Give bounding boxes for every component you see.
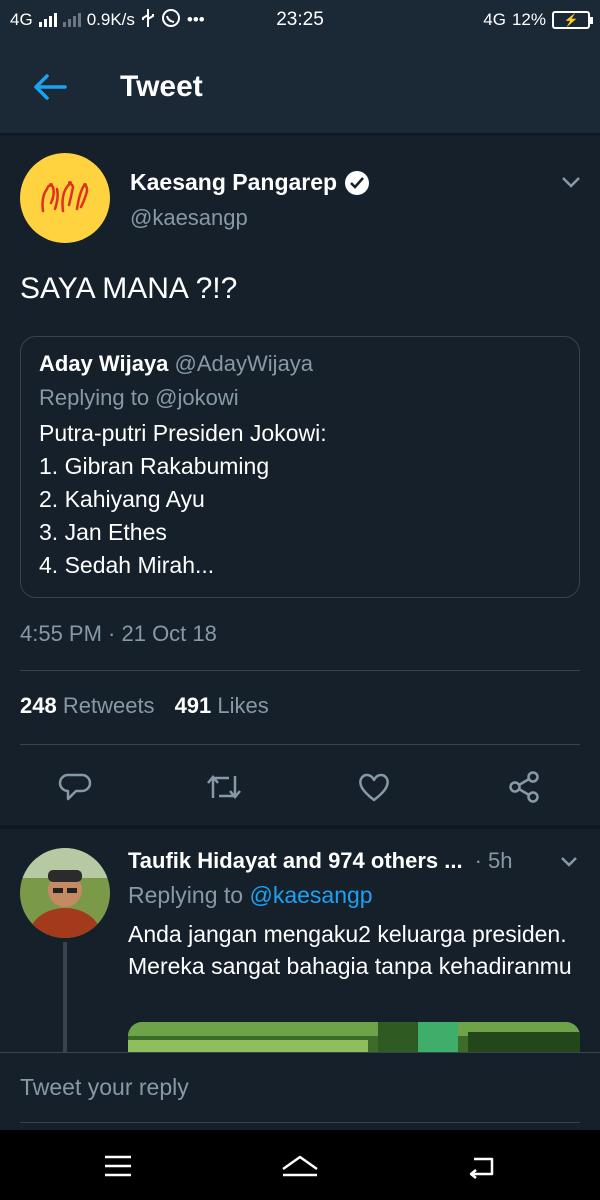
reply-avatar[interactable] [20,848,110,938]
tweet-actions [0,757,600,817]
reply-author-name[interactable]: Taufik Hidayat and 974 others ... [128,848,463,874]
reply-text: Anda jangan mengaku2 keluarga presiden. … [128,921,572,979]
quote-text: Putra-putri Presiden Jokowi: 1. Gibran R… [39,417,561,582]
network-speed: 0.9K/s [86,10,135,29]
top-app-bar: Tweet [0,40,600,135]
retweet-button[interactable] [202,765,246,809]
tweet-menu-button[interactable] [556,167,586,197]
home-button[interactable] [278,1144,322,1188]
quote-replying-to: Replying to @jokowi [39,385,239,410]
quote-line: 4. Sedah Mirah... [39,552,215,578]
tweet-stats: 248 Retweets 491 Likes [20,693,269,719]
like-button[interactable] [352,765,396,809]
reply-media-image[interactable] [128,1022,580,1052]
section-separator [0,825,600,829]
share-icon [509,771,539,803]
system-nav-bar [0,1130,600,1200]
retweets-label: Retweets [62,693,155,718]
reply-button[interactable] [53,765,97,809]
usb-icon [141,8,155,32]
quote-line: 3. Jan Ethes [39,519,167,545]
author-avatar[interactable] [20,153,110,243]
divider [20,670,580,671]
likes-stat[interactable]: 491 Likes [175,693,269,719]
quote-author-handle: @AdayWijaya [174,351,314,376]
signal-icon [38,13,57,27]
reply-composer [0,1052,600,1130]
network-left: 4G [10,10,33,29]
reply-replying-to: Replying to @kaesangp [128,882,373,909]
thread-line [63,942,67,1052]
back-button[interactable] [0,39,100,134]
network-right: 4G [483,10,506,29]
retweet-icon [207,775,241,799]
back-icon [469,1157,494,1179]
chevron-down-icon [562,177,580,188]
author-name-row[interactable]: Kaesang Pangarep [130,169,370,196]
main-tweet: Kaesang Pangarep @kaesangp SAYA MANA ?!?… [0,137,600,803]
tweet-timestamp: 4:55 PM · 21 Oct 18 [20,621,217,646]
reply-time: · 5h [474,848,513,873]
likes-count: 491 [174,693,212,718]
quote-author-name: Aday Wijaya [39,351,169,376]
menu-icon [105,1155,131,1177]
reply-header: Taufik Hidayat and 974 others ... · 5h [128,848,588,874]
more-dots-icon: ••• [186,10,205,29]
like-icon [359,773,389,802]
verified-icon [345,170,370,195]
back-arrow-icon [34,73,67,100]
divider [20,744,580,745]
quote-header: Aday Wijaya @AdayWijaya [39,351,561,377]
quote-line: 1. Gibran Rakabuming [39,453,270,479]
battery-percent: 12% [511,10,546,29]
signal-2-icon [62,13,81,27]
back-nav-button[interactable] [460,1144,504,1188]
reply-menu-button[interactable] [556,848,582,874]
retweets-count: 248 [20,693,57,718]
tweet-text: SAYA MANA ?!? [20,272,238,305]
replying-handle-link[interactable]: @kaesangp [249,882,372,908]
retweets-stat[interactable]: 248 Retweets [20,693,155,719]
reply-icon [58,773,92,801]
share-button[interactable] [502,765,546,809]
home-icon [282,1155,318,1177]
author-name: Kaesang Pangarep [130,169,338,195]
quote-line: Putra-putri Presiden Jokowi: [39,420,327,446]
reply-tweet[interactable]: Taufik Hidayat and 974 others ... · 5h R… [0,830,600,1052]
quoted-tweet[interactable]: Aday Wijaya @AdayWijaya Replying to @jok… [20,336,580,598]
tweet-author: Kaesang Pangarep @kaesangp [0,137,600,257]
author-handle[interactable]: @kaesangp [130,205,248,231]
replying-prefix: Replying to [128,882,244,908]
page-title: Tweet [120,69,203,103]
reply-input[interactable] [20,1053,580,1123]
status-bar: 4G 0.9K/s ••• 23:25 4G 12% ⚡ [0,0,600,40]
likes-label: Likes [217,693,269,718]
quote-line: 2. Kahiyang Ayu [39,486,205,512]
chevron-down-icon [561,856,577,867]
whatsapp-icon [161,8,181,33]
menu-button[interactable] [96,1144,140,1188]
battery-icon: ⚡ [552,11,593,29]
